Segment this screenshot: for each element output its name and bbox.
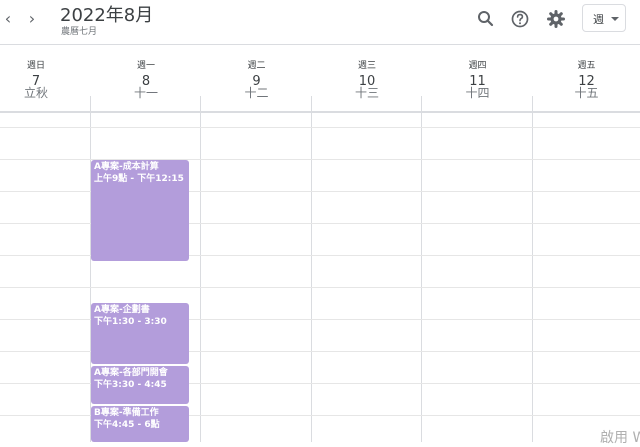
event-title: B專案-準備工作 [94, 408, 159, 418]
calendar-event[interactable]: B專案-準備工作 下午4:45 - 6點 [91, 406, 189, 442]
day-name: 週三 [357, 61, 376, 71]
column-divider [200, 96, 201, 442]
event-title: A專案-企劃書 [94, 305, 150, 315]
search-button[interactable] [476, 9, 496, 29]
view-selector-label: 週 [593, 13, 604, 26]
calendar-event[interactable]: A專案-各部門開會 下午3:30 - 4:45 [91, 366, 189, 404]
day-lunar-date: 十五 [574, 86, 599, 100]
chevron-down-icon [611, 17, 619, 21]
event-time: 下午1:30 - 3:30 [94, 317, 167, 327]
day-header-wednesday[interactable]: 週三 10 十三 [312, 45, 422, 111]
help-button[interactable] [510, 9, 530, 29]
activation-watermark: 啟用 W [600, 430, 640, 446]
next-week-button[interactable]: › [24, 9, 40, 29]
day-lunar-date: 十四 [465, 86, 490, 100]
column-divider [311, 96, 312, 442]
day-header-monday[interactable]: 週一 8 十一 [91, 45, 201, 111]
day-header-friday[interactable]: 週五 12 十五 [533, 45, 640, 111]
calendar-event[interactable]: A專案-企劃書 下午1:30 - 3:30 [91, 303, 189, 364]
settings-icon [547, 10, 565, 28]
previous-week-button[interactable]: ‹ [0, 9, 16, 29]
event-time: 下午3:30 - 4:45 [94, 380, 167, 390]
day-name: 週一 [136, 61, 155, 71]
column-divider [532, 96, 533, 442]
day-lunar-date: 十三 [354, 86, 379, 100]
lunar-month-label: 農曆七月 [61, 27, 98, 37]
day-header-thursday[interactable]: 週四 11 十四 [422, 45, 533, 111]
column-divider [421, 96, 422, 442]
settings-button[interactable] [546, 9, 566, 29]
event-time: 下午4:45 - 6點 [94, 420, 160, 430]
day-header-sunday[interactable]: 週日 7 立秋 [0, 45, 72, 111]
hour-line [0, 287, 640, 288]
top-bar: ‹ › 2022年8月 農曆七月 週 [0, 0, 640, 44]
day-lunar-date: 十一 [133, 86, 158, 100]
chevron-left-icon: ‹ [4, 9, 12, 28]
day-header-tuesday[interactable]: 週二 9 十二 [201, 45, 312, 111]
day-name: 週五 [577, 61, 596, 71]
view-selector[interactable]: 週 [582, 4, 626, 32]
all-day-divider [0, 111, 640, 113]
event-time: 上午9點 - 下午12:15 [94, 174, 184, 184]
search-icon [478, 11, 494, 27]
day-lunar-date: 十二 [244, 86, 269, 100]
chevron-right-icon: › [28, 9, 36, 28]
day-name: 週日 [26, 61, 45, 71]
event-title: A專案-各部門開會 [94, 368, 168, 378]
event-title: A專案-成本計算 [94, 162, 159, 172]
day-name: 週四 [468, 61, 487, 71]
hour-line [0, 127, 640, 128]
calendar-event[interactable]: A專案-成本計算 上午9點 - 下午12:15 [91, 160, 189, 261]
day-lunar-date: 立秋 [23, 86, 48, 100]
day-name: 週二 [247, 61, 266, 71]
help-icon [511, 10, 529, 28]
